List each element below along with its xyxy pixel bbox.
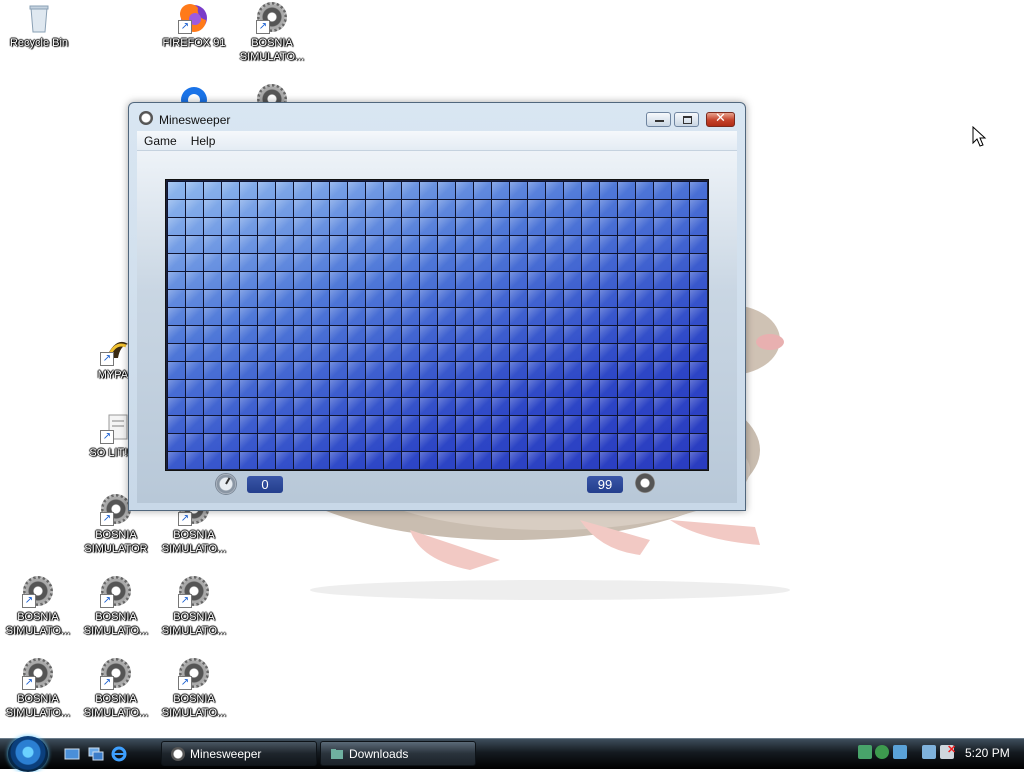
desktop-icon-bosnia-simulator[interactable]: ↗ BOSNIA SIMULATO... — [156, 658, 232, 720]
shortcut-arrow-icon: ↗ — [100, 594, 114, 608]
desktop-icon-bosnia-simulator[interactable]: ↗ BOSNIA SIMULATO... — [78, 658, 154, 720]
title-bar[interactable]: Minesweeper ✕ — [129, 103, 745, 133]
maximize-button[interactable] — [674, 112, 699, 127]
shortcut-arrow-icon: ↗ — [256, 20, 270, 34]
gear-icon: ↗ — [100, 576, 132, 608]
desktop-icon-label: Recycle Bin — [9, 37, 69, 49]
mouse-cursor-icon — [972, 126, 987, 147]
shortcut-arrow-icon: ↗ — [22, 594, 36, 608]
close-icon: ✕ — [715, 111, 726, 126]
maximize-icon — [683, 116, 692, 124]
desktop-icon-bosnia-simulator[interactable]: ↗ BOSNIA SIMULATO... — [78, 576, 154, 638]
desktop-icon-label: BOSNIA SIMULATO... — [5, 611, 71, 637]
shortcut-arrow-icon: ↗ — [178, 594, 192, 608]
taskbar-clock[interactable]: 5:20 PM — [965, 746, 1010, 760]
game-area: 0 99 — [137, 151, 737, 503]
minimize-icon — [655, 120, 664, 122]
desktop-icon-bosnia-simulator[interactable]: ↗ BOSNIA SIMULATO... — [234, 2, 310, 64]
taskbar: Minesweeper Downloads ✕ 5:20 PM — [0, 736, 1024, 772]
firefox-icon: ↗ — [178, 2, 210, 34]
timer-clock-icon — [215, 473, 237, 495]
desktop-icon-label: BOSNIA SIMULATO... — [5, 693, 71, 719]
desktop-icon-label: BOSNIA SIMULATOR — [84, 529, 148, 555]
menu-help[interactable]: Help — [184, 131, 223, 148]
volume-muted-icon[interactable]: ✕ — [940, 744, 956, 759]
desktop-icon-bosnia-simulator[interactable]: ↗ BOSNIA SIMULATO... — [0, 576, 76, 638]
taskbar-button-downloads[interactable]: Downloads — [320, 741, 476, 766]
desktop-icon-label: BOSNIA SIMULATO... — [239, 37, 305, 63]
gear-icon: ↗ — [22, 576, 54, 608]
desktop-icon-firefox[interactable]: ↗ FIREFOX 91 — [156, 2, 232, 50]
taskbar-button-minesweeper[interactable]: Minesweeper — [161, 741, 317, 766]
gear-icon: ↗ — [100, 658, 132, 690]
minesweeper-app-icon — [171, 747, 185, 761]
network-icon[interactable] — [922, 745, 936, 759]
recycle-bin-icon — [23, 2, 55, 34]
window-title: Minesweeper — [159, 113, 231, 127]
start-button[interactable] — [8, 736, 48, 772]
folder-icon — [331, 749, 343, 759]
tray-app-icon[interactable] — [858, 745, 872, 759]
tray-security-icon[interactable] — [893, 745, 907, 759]
tray-users-icon[interactable] — [875, 745, 889, 759]
gear-icon: ↗ — [178, 576, 210, 608]
internet-explorer-icon[interactable] — [111, 746, 127, 762]
taskbar-button-label: Downloads — [349, 747, 409, 761]
desktop-icon-label: BOSNIA SIMULATO... — [161, 693, 227, 719]
minefield-board — [165, 179, 709, 471]
desktop-icon-recycle-bin[interactable]: Recycle Bin — [1, 2, 77, 50]
shortcut-arrow-icon: ↗ — [178, 512, 192, 526]
desktop-icon-label: BOSNIA SIMULATO... — [161, 611, 227, 637]
shortcut-arrow-icon: ↗ — [100, 430, 114, 444]
timer-counter: 0 — [247, 476, 283, 493]
shortcut-arrow-icon: ↗ — [178, 676, 192, 690]
minimize-button[interactable] — [646, 112, 671, 127]
shortcut-arrow-icon: ↗ — [22, 676, 36, 690]
minesweeper-window[interactable]: Minesweeper ✕ Game Help 0 99 — [128, 102, 746, 511]
desktop-icon-label: BOSNIA SIMULATO... — [83, 611, 149, 637]
desktop-icon-bosnia-simulator[interactable]: ↗ BOSNIA SIMULATO... — [0, 658, 76, 720]
menu-bar: Game Help — [137, 131, 737, 151]
mines-remaining-counter: 99 — [587, 476, 623, 493]
desktop-icon-label: FIREFOX 91 — [162, 37, 226, 49]
minesweeper-app-icon — [138, 111, 154, 127]
shortcut-arrow-icon: ↗ — [178, 20, 192, 34]
gear-icon: ↗ — [256, 2, 288, 34]
shortcut-arrow-icon: ↗ — [100, 512, 114, 526]
show-desktop-icon[interactable] — [64, 746, 80, 762]
gear-icon: ↗ — [178, 658, 210, 690]
gear-icon: ↗ — [22, 658, 54, 690]
shortcut-arrow-icon: ↗ — [100, 352, 114, 366]
desktop-icon-bosnia-simulator[interactable]: ↗ BOSNIA SIMULATO... — [156, 576, 232, 638]
desktop-icon-label: BOSNIA SIMULATO... — [161, 529, 227, 555]
minefield-grid[interactable] — [167, 181, 707, 469]
shortcut-arrow-icon: ↗ — [100, 676, 114, 690]
desktop-icon-label: BOSNIA SIMULATO... — [83, 693, 149, 719]
menu-game[interactable]: Game — [137, 131, 184, 148]
close-button[interactable]: ✕ — [706, 111, 735, 127]
mine-icon — [635, 473, 655, 493]
taskbar-button-label: Minesweeper — [190, 747, 262, 761]
switch-windows-icon[interactable] — [88, 746, 104, 762]
status-bar: 0 99 — [137, 473, 737, 499]
